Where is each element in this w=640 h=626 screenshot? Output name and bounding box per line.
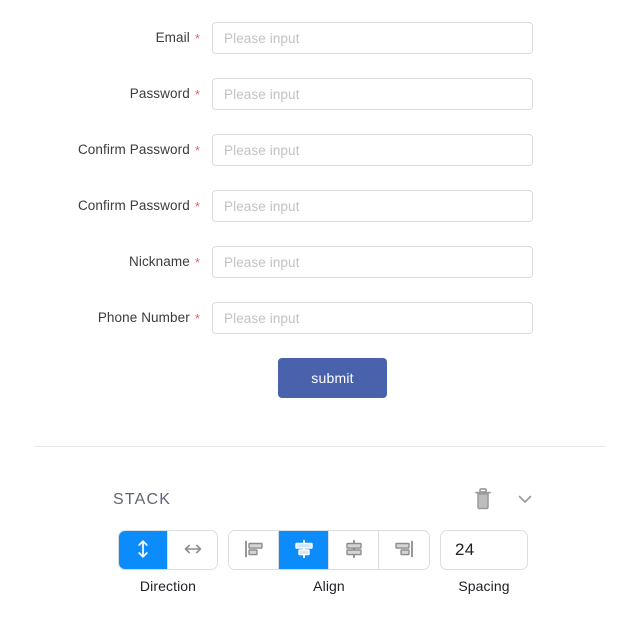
arrows-vertical-icon: [132, 538, 154, 563]
form-row-nickname: Nickname * Please input: [0, 246, 640, 278]
align-start-button[interactable]: [229, 531, 279, 569]
label-email: Email *: [0, 22, 200, 54]
form-row-confirm-password-2: Confirm Password * Please input: [0, 190, 640, 222]
form-row-password: Password * Please input: [0, 78, 640, 110]
align-label: Align: [313, 578, 345, 594]
required-marker: *: [194, 87, 200, 102]
confirm-password-input[interactable]: Please input: [212, 134, 533, 166]
section-divider: [35, 446, 605, 447]
stack-panel-header: STACK: [0, 480, 640, 520]
align-middle-icon: [342, 538, 366, 563]
label-confirm-password-2-text: Confirm Password: [77, 198, 190, 213]
label-password-text: Password: [129, 86, 190, 101]
arrows-horizontal-icon: [182, 538, 204, 563]
email-input-placeholder: Please input: [224, 30, 300, 46]
confirm-password-input-placeholder: Please input: [224, 142, 300, 158]
align-left-icon: [242, 538, 266, 563]
label-nickname-text: Nickname: [129, 254, 190, 269]
spacing-input[interactable]: 24: [440, 530, 528, 570]
stack-panel-actions: [473, 487, 535, 514]
password-input[interactable]: Please input: [212, 78, 533, 110]
required-marker: *: [194, 199, 200, 214]
required-marker: *: [194, 255, 200, 270]
password-input-placeholder: Please input: [224, 86, 300, 102]
label-phone-number: Phone Number *: [0, 302, 200, 334]
submit-button[interactable]: submit: [278, 358, 387, 398]
required-marker: *: [194, 143, 200, 158]
label-nickname: Nickname *: [0, 246, 200, 278]
chevron-down-icon: [515, 489, 535, 512]
spacing-label: Spacing: [458, 578, 510, 594]
align-middle-button[interactable]: [329, 531, 379, 569]
direction-segmented-control: [118, 530, 218, 570]
label-phone-number-text: Phone Number: [97, 310, 190, 325]
nickname-input-placeholder: Please input: [224, 254, 300, 270]
form-row-email: Email * Please input: [0, 22, 640, 54]
stack-panel-title: STACK: [113, 491, 172, 508]
label-confirm-password-text: Confirm Password: [77, 142, 190, 157]
confirm-password-2-input[interactable]: Please input: [212, 190, 533, 222]
spacing-value: 24: [455, 540, 475, 559]
trash-icon: [473, 487, 493, 514]
confirm-password-2-input-placeholder: Please input: [224, 198, 300, 214]
direction-vertical-button[interactable]: [119, 531, 168, 569]
email-input[interactable]: Please input: [212, 22, 533, 54]
direction-label: Direction: [139, 578, 197, 594]
stack-panel: STACK Direction Align 24 Spacing: [0, 480, 640, 594]
form-row-confirm-password: Confirm Password * Please input: [0, 134, 640, 166]
align-center-icon: [292, 538, 316, 563]
align-right-icon: [392, 538, 416, 563]
form-row-phone-number: Phone Number * Please input: [0, 302, 640, 334]
label-confirm-password: Confirm Password *: [0, 134, 200, 166]
submit-row: submit: [0, 358, 640, 398]
phone-number-input-placeholder: Please input: [224, 310, 300, 326]
direction-control-group: Direction: [118, 530, 218, 594]
align-segmented-control: [228, 530, 430, 570]
align-control-group: Align: [228, 530, 430, 594]
required-marker: *: [194, 31, 200, 46]
phone-number-input[interactable]: Please input: [212, 302, 533, 334]
registration-form: Email * Please input Password * Please inp…: [0, 0, 640, 398]
label-password: Password *: [0, 78, 200, 110]
align-end-button[interactable]: [379, 531, 429, 569]
collapse-stack-button[interactable]: [515, 489, 535, 512]
required-marker: *: [194, 311, 200, 326]
stack-controls-row: Direction Align 24 Spacing: [0, 530, 640, 594]
nickname-input[interactable]: Please input: [212, 246, 533, 278]
label-email-text: Email: [155, 30, 190, 45]
label-confirm-password-2: Confirm Password *: [0, 190, 200, 222]
direction-horizontal-button[interactable]: [168, 531, 217, 569]
submit-spacer: [0, 358, 200, 398]
delete-stack-button[interactable]: [473, 487, 493, 514]
align-center-button[interactable]: [279, 531, 329, 569]
spacing-control-group: 24 Spacing: [440, 530, 528, 594]
